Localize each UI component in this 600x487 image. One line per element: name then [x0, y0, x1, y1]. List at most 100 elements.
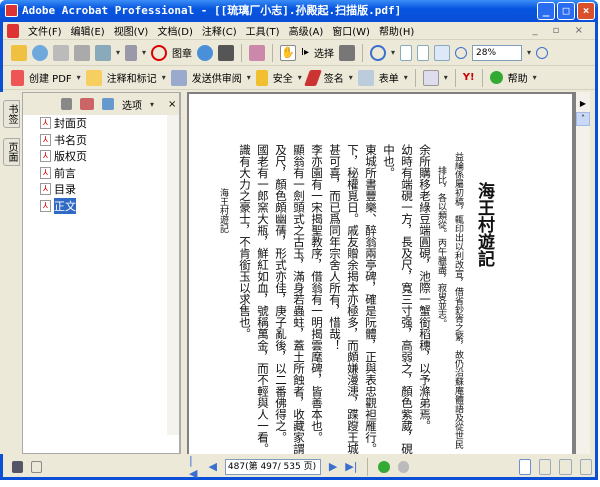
hand-tool-icon[interactable]: ✋	[280, 44, 297, 61]
bookmark-item-selected[interactable]: ⅄ 正文	[23, 197, 179, 215]
continuous-icon[interactable]	[539, 458, 552, 475]
new-bookmark-icon[interactable]	[80, 98, 94, 110]
first-page-button[interactable]: |◀	[189, 454, 200, 480]
next-page-button[interactable]: ▶	[329, 460, 337, 473]
select-tool-icon[interactable]: I▸	[301, 47, 309, 58]
tab-pages[interactable]: 页面	[3, 138, 20, 166]
menu-comments[interactable]: 注释(C)	[202, 23, 237, 38]
security-button[interactable]: 安全	[273, 70, 293, 85]
comment-button[interactable]: 注释和标记	[107, 70, 157, 85]
menu-view[interactable]: 视图(V)	[114, 23, 149, 38]
bookmark-item[interactable]: ⅄ 书名页	[23, 132, 179, 149]
review-button[interactable]: 发送供审阅	[192, 70, 242, 85]
menu-edit[interactable]: 编辑(E)	[71, 23, 105, 38]
organizer-icon[interactable]	[32, 44, 48, 61]
zoom-in-tool-icon[interactable]	[370, 44, 386, 61]
page-heading: 海王村遊記	[474, 182, 494, 267]
options-button[interactable]: 选项	[122, 97, 142, 112]
previous-page-button[interactable]: ◀	[208, 460, 216, 473]
zoom-out-icon[interactable]	[455, 46, 468, 59]
print-icon[interactable]	[74, 44, 90, 61]
facing-icon[interactable]	[579, 458, 592, 475]
doc-window-controls[interactable]: _ ▫ ×	[532, 25, 589, 36]
minimize-button[interactable]: _	[537, 2, 555, 20]
title-bar: Adobe Acrobat Professional - [[琉璃厂小志].孙殿…	[0, 0, 598, 22]
fit-width-icon[interactable]	[434, 44, 451, 61]
close-button[interactable]: ×	[577, 2, 595, 20]
text-column: 識有大力之豪士，不肯銜玉以求售也。	[238, 144, 252, 340]
menu-advanced[interactable]: 高级(A)	[289, 23, 324, 38]
page-thumbnail-icon[interactable]	[12, 460, 24, 473]
menu-window[interactable]: 窗口(W)	[332, 23, 370, 38]
attach-icon[interactable]	[125, 44, 138, 61]
sign-button[interactable]: 签名	[324, 70, 344, 85]
navigation-tabs: 书签 页面	[0, 92, 22, 454]
maximize-button[interactable]: □	[557, 2, 575, 20]
save-icon[interactable]	[53, 44, 69, 61]
toolbar-tasks: 创建 PDF ▾ 注释和标记 ▾ 发送供审阅 ▾ 安全 ▾ 签名 ▾ 表单 ▾ ▾ Y! 帮…	[3, 66, 595, 90]
panel-splitter[interactable]	[180, 92, 187, 454]
search-binoculars-icon[interactable]	[218, 44, 235, 61]
color-icon[interactable]	[249, 44, 266, 61]
text-column: 下，秘權覓日。戚友贈余揭本亦極多，而頗嫌漫漶，蹀躞王城，乃恭	[346, 144, 360, 454]
forms-button[interactable]: 表单	[379, 70, 399, 85]
snapshot-icon[interactable]	[339, 44, 355, 61]
zoom-in-icon[interactable]	[536, 46, 549, 59]
text-column: 中也。	[382, 144, 396, 179]
last-page-button[interactable]: ▶|	[345, 460, 357, 473]
expand-arrow-icon[interactable]: ▶	[576, 98, 590, 112]
stamp-icon[interactable]	[151, 44, 168, 61]
expand-bookmark-icon[interactable]	[102, 98, 114, 110]
panel-scrollbar[interactable]	[167, 115, 179, 435]
text-column: 顯翁有一劍頭式之古玉，滿身若蟲蛀，蓋土所蝕者，收藏家謂之土古	[292, 144, 306, 454]
close-panel-button[interactable]: ×	[168, 99, 176, 110]
continuous-facing-icon[interactable]	[559, 458, 572, 475]
pdf-page-icon: ⅄	[40, 150, 51, 163]
go-back-icon[interactable]	[378, 460, 390, 473]
actual-size-icon[interactable]	[400, 44, 413, 61]
page-size-icon[interactable]	[31, 460, 42, 473]
zoom-input[interactable]: 28%	[472, 44, 523, 61]
document-view: 海王村遊記 益綸係屬初稿，輒印出以利改宣，借省鈔胥之繁，故仍沿蘇庵體語及從世民 …	[187, 92, 576, 454]
pdf-page-icon: ⅄	[40, 183, 51, 196]
acrobat-app-icon	[5, 4, 18, 17]
tab-bookmarks[interactable]: 书签	[3, 100, 20, 128]
help-icon	[489, 71, 503, 84]
bookmark-item[interactable]: ⅄ 前言	[23, 165, 179, 182]
page-number-field[interactable]: 487(第 497/ 535 页)	[224, 458, 321, 475]
web-icon[interactable]	[197, 44, 214, 61]
document-scrollbar[interactable]: ▶ ˄	[576, 92, 590, 454]
lock-icon	[255, 69, 268, 86]
bookmark-item[interactable]: ⅄ 版权页	[23, 148, 179, 165]
comment-icon	[85, 69, 102, 86]
yahoo-icon[interactable]: Y!	[463, 72, 475, 83]
create-pdf-button[interactable]: 创建 PDF	[29, 70, 72, 85]
pages-icon[interactable]	[422, 69, 439, 86]
email-icon[interactable]	[95, 44, 111, 61]
text-column: 東城所書豐樂、醉翁兩亭碑，確是阮體，正與表忠觀袒雁行。二亭各	[364, 144, 378, 454]
go-forward-icon[interactable]	[397, 460, 409, 473]
window-title: Adobe Acrobat Professional - [[琉璃厂小志].孙殿…	[22, 4, 402, 17]
single-page-icon[interactable]	[518, 458, 532, 475]
pdf-page: 海王村遊記 益綸係屬初稿，輒印出以利改宣，借省鈔胥之繁，故仍沿蘇庵體語及從世民 …	[189, 94, 572, 454]
help-button[interactable]: 帮助	[508, 70, 528, 85]
menu-file[interactable]: 文件(F)	[28, 23, 62, 38]
page-note: 益綸係屬初稿，輒印出以利改宣，借省鈔胥之繁，故仍沿蘇庵體語及從世民	[453, 152, 463, 449]
menu-help[interactable]: 帮助(H)	[379, 23, 414, 38]
bookmark-item[interactable]: ⅄ 目录	[23, 181, 179, 198]
text-column: 及尺，顏色頗幽蒨，形式亦佳，庚子亂後，以二番佛得之。	[274, 144, 288, 443]
page-running-title: 海王村遊記	[218, 188, 228, 233]
menu-tools[interactable]: 工具(T)	[246, 23, 280, 38]
bookmark-item[interactable]: ⅄ 封面页	[23, 115, 179, 132]
pdf-page-icon: ⅄	[40, 166, 51, 179]
pdf-page-icon: ⅄	[40, 117, 51, 130]
stamp-label[interactable]: 图章	[172, 45, 192, 60]
fit-page-icon[interactable]	[417, 44, 430, 61]
scroll-up-button[interactable]: ˄	[576, 112, 590, 126]
bookmarks-panel: 选项 ▾ × ⅄ 封面页 ⅄ 书名页 ⅄ 版权页 ⅄ 前言 ⅄ 目录 ⅄ 正文	[22, 92, 180, 454]
text-column: 幼時有端硯一方，長及尺，寬三寸强，高弱之，顏色紫葳，硯池直下	[400, 144, 414, 454]
select-tool-label[interactable]: 选择	[314, 45, 334, 60]
menu-document[interactable]: 文档(D)	[157, 23, 193, 38]
open-icon[interactable]	[11, 44, 27, 61]
delete-icon[interactable]	[61, 98, 72, 110]
